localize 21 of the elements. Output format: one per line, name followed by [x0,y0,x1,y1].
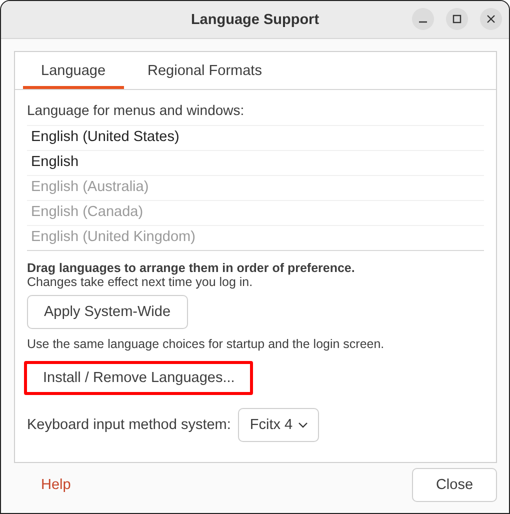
chevron-down-icon [298,422,308,428]
drag-hint: Drag languages to arrange them in order of preference. [27,261,356,275]
help-link[interactable]: Help [41,477,71,493]
window-title: Language Support [190,12,320,28]
maximize-button[interactable] [446,8,468,30]
list-heading: Language for menus and windows: [27,102,246,118]
minimize-icon [418,21,428,23]
input-method-dropdown[interactable]: Fcitx 4 [238,408,319,442]
login-hint: Changes take effect next time you log in. [27,275,254,289]
language-item[interactable]: English [27,151,484,176]
apply-note: Use the same language choices for startup and the login screen. [27,337,386,351]
tab[interactable]: Regional Formats [130,52,280,89]
input-method-label: Keyboard input method system: [27,417,231,433]
apply-system-wide-button[interactable]: Apply System-Wide [27,295,188,329]
tab[interactable]: Language [23,52,124,89]
install-languages-button[interactable]: Install / Remove Languages... [24,361,253,395]
close-dialog-button[interactable]: Close [412,468,497,502]
close-icon [486,14,496,24]
language-item[interactable]: English (United States) [27,126,484,151]
close-button[interactable] [480,8,502,30]
maximize-icon [452,14,462,24]
